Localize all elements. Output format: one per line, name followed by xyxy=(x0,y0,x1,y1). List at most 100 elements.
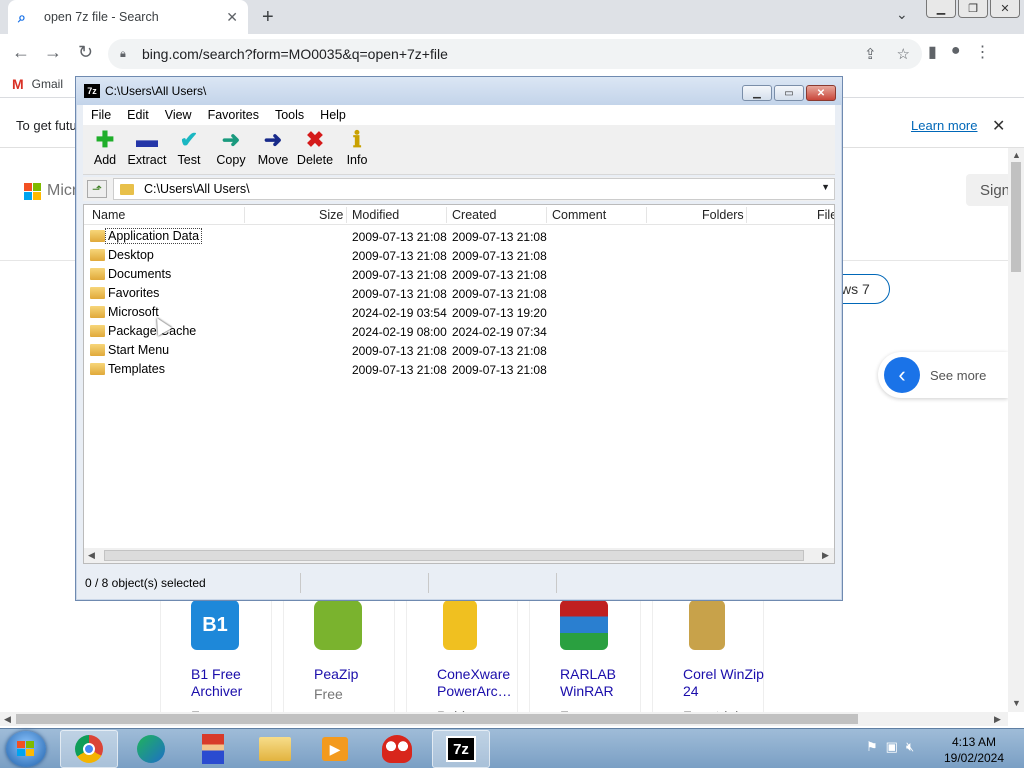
info-button[interactable]: ℹ Info xyxy=(337,129,377,168)
column-created[interactable]: Created xyxy=(452,208,496,222)
app-card[interactable]: PeaZip Free xyxy=(283,598,395,712)
menu-edit[interactable]: Edit xyxy=(119,108,157,122)
row-name: Application Data xyxy=(104,228,203,244)
table-row[interactable]: Microsoft 2024-02-19 03:54 2009-07-13 19… xyxy=(84,303,834,322)
chevron-down-icon[interactable]: ▼ xyxy=(821,182,830,192)
add-button[interactable]: ✚ Add xyxy=(85,129,125,168)
browser-tab[interactable]: ⌕ open 7z file - Search ✕ xyxy=(8,0,248,34)
window-controls: ▁ ❐ ✕ xyxy=(926,0,1020,18)
back-icon[interactable]: ← xyxy=(12,42,30,63)
table-row[interactable]: Favorites 2009-07-13 21:08 2009-07-13 21… xyxy=(84,284,834,303)
share-icon[interactable]: ⇪ xyxy=(864,45,877,63)
row-created: 2009-07-13 21:08 xyxy=(452,268,547,282)
lock-icon: 🔒︎ xyxy=(120,48,126,60)
taskbar-media-player[interactable]: ▶ xyxy=(306,730,364,768)
volume-muted-icon[interactable]: 🔇︎ xyxy=(906,739,914,755)
taskbar-mushroom[interactable] xyxy=(368,730,426,768)
menu-help[interactable]: Help xyxy=(312,108,354,122)
app-card[interactable]: ConeXware PowerArc… Paid xyxy=(406,598,518,724)
close-button[interactable]: ✕ xyxy=(806,85,836,101)
column-name[interactable]: Name xyxy=(92,208,125,222)
menu-tools[interactable]: Tools xyxy=(267,108,312,122)
app-card[interactable]: RARLAB WinRAR Free xyxy=(529,598,641,724)
table-row[interactable]: Start Menu 2009-07-13 21:08 2009-07-13 2… xyxy=(84,341,834,360)
profile-icon[interactable]: ● xyxy=(951,42,961,62)
scroll-left-icon[interactable]: ◀ xyxy=(88,550,95,561)
clock[interactable]: 4:13 AM 19/02/2024 xyxy=(934,734,1014,766)
minimize-button[interactable]: ▁ xyxy=(926,0,956,18)
scroll-down-icon[interactable]: ▼ xyxy=(1012,698,1021,708)
table-row[interactable]: Desktop 2009-07-13 21:08 2009-07-13 21:0… xyxy=(84,246,834,265)
taskbar-edge[interactable] xyxy=(122,730,180,768)
taskbar-chrome[interactable] xyxy=(60,730,118,768)
menu-icon[interactable]: ⋮ xyxy=(974,42,990,62)
table-row[interactable]: Templates 2009-07-13 21:08 2009-07-13 21… xyxy=(84,360,834,379)
forward-icon[interactable]: → xyxy=(44,42,62,63)
scroll-left-icon[interactable]: ◀ xyxy=(4,714,11,725)
test-button[interactable]: ✔ Test xyxy=(169,129,209,168)
scroll-right-icon[interactable]: ▶ xyxy=(822,550,829,561)
mario-icon xyxy=(202,734,224,764)
app-card[interactable]: B1 B1 Free Archiver Free xyxy=(160,598,272,724)
list-horizontal-scrollbar[interactable]: ◀ ▶ xyxy=(84,548,834,563)
menu-favorites[interactable]: Favorites xyxy=(200,108,267,122)
scroll-thumb[interactable] xyxy=(16,714,858,724)
chrome-icon xyxy=(75,735,103,763)
side-panel-icon[interactable]: ▮ xyxy=(928,42,937,62)
row-modified: 2009-07-13 21:08 xyxy=(352,363,447,377)
media-player-icon: ▶ xyxy=(322,737,348,761)
table-row[interactable]: Package Cache 2024-02-19 08:00 2024-02-1… xyxy=(84,322,834,341)
page-horizontal-scrollbar[interactable]: ◀ ▶ xyxy=(0,712,1008,726)
new-tab-button[interactable]: + xyxy=(262,6,274,29)
path-combobox[interactable]: C:\Users\All Users\ ▼ xyxy=(113,178,835,200)
extract-button[interactable]: ▬ Extract xyxy=(127,129,167,168)
path-text: C:\Users\All Users\ xyxy=(144,182,250,196)
row-created: 2009-07-13 21:08 xyxy=(452,230,547,244)
bookmark-gmail[interactable]: M Gmail xyxy=(12,76,63,92)
bookmark-star-icon[interactable]: ☆ xyxy=(897,45,910,63)
column-folders[interactable]: Folders xyxy=(702,208,744,222)
edge-icon xyxy=(137,735,165,763)
taskbar-7zip[interactable]: 7z xyxy=(432,730,490,768)
address-bar[interactable]: 🔒︎ bing.com/search?form=MO0035&q=open+7z… xyxy=(108,39,922,69)
mushroom-icon xyxy=(382,735,412,763)
tab-search-icon[interactable]: ⌄ xyxy=(896,6,908,23)
move-button[interactable]: ➜ Move xyxy=(253,129,293,168)
close-window-button[interactable]: ✕ xyxy=(990,0,1020,18)
minimize-button[interactable]: ▁ xyxy=(742,85,772,101)
close-banner-icon[interactable]: ✕ xyxy=(992,116,1005,136)
column-comment[interactable]: Comment xyxy=(552,208,606,222)
reload-icon[interactable]: ↻ xyxy=(78,42,93,63)
copy-button[interactable]: ➜ Copy xyxy=(211,129,251,168)
window-title-bar[interactable]: 7z C:\Users\All Users\ ▁ ▭ ✕ xyxy=(76,77,842,105)
column-files[interactable]: File xyxy=(817,208,834,222)
table-row[interactable]: Documents 2009-07-13 21:08 2009-07-13 21… xyxy=(84,265,834,284)
maximize-button[interactable]: ▭ xyxy=(774,85,804,101)
system-tray: ⚑ ▣ 🔇︎ xyxy=(866,739,914,755)
start-button[interactable] xyxy=(6,731,46,767)
menu-file[interactable]: File xyxy=(83,108,119,122)
menu-view[interactable]: View xyxy=(157,108,200,122)
scroll-right-icon[interactable]: ▶ xyxy=(994,714,1001,725)
table-row[interactable]: Application Data 2009-07-13 21:08 2009-0… xyxy=(84,227,834,246)
close-tab-icon[interactable]: ✕ xyxy=(226,9,238,26)
column-size[interactable]: Size xyxy=(319,208,343,222)
learn-more-link[interactable]: Learn more xyxy=(911,118,977,133)
up-folder-button[interactable]: ⬏ xyxy=(87,180,107,198)
taskbar-explorer[interactable] xyxy=(246,730,304,768)
microsoft-logo[interactable]: Micr xyxy=(24,182,77,200)
app-card[interactable]: Corel WinZip 24 Free trial xyxy=(652,598,764,724)
see-more-button[interactable]: ‹ See more xyxy=(878,352,1008,398)
restore-button[interactable]: ❐ xyxy=(958,0,988,18)
scroll-up-icon[interactable]: ▲ xyxy=(1012,150,1021,160)
taskbar-mario[interactable] xyxy=(184,730,242,768)
scroll-thumb[interactable] xyxy=(104,550,804,561)
action-center-icon[interactable]: ⚑ xyxy=(866,739,878,755)
scroll-thumb[interactable] xyxy=(1011,162,1021,272)
network-icon[interactable]: ▣ xyxy=(886,739,898,755)
page-vertical-scrollbar[interactable]: ▲ ▼ xyxy=(1008,148,1024,712)
copy-label: Copy xyxy=(216,153,246,167)
search-icon: ⌕ xyxy=(18,9,26,25)
delete-button[interactable]: ✖ Delete xyxy=(295,129,335,168)
column-modified[interactable]: Modified xyxy=(352,208,399,222)
